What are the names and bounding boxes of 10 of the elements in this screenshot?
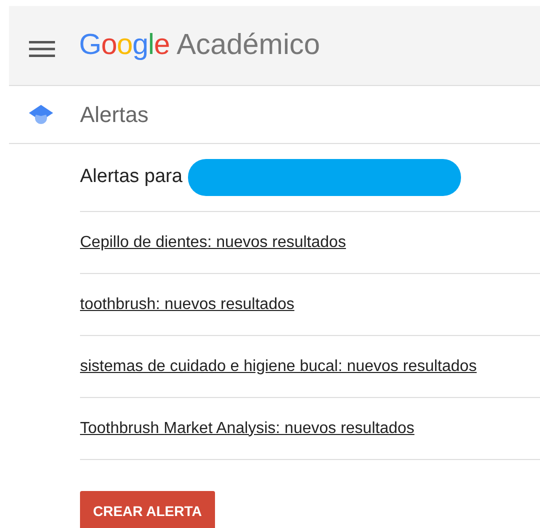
alert-link[interactable]: Toothbrush Market Analysis: nuevos resultados [80, 416, 414, 440]
recipient-label: Alertas para [80, 165, 182, 190]
product-name: Académico [176, 31, 320, 60]
alert-link[interactable]: Cepillo de dientes: nuevos resultados [80, 230, 346, 254]
logo[interactable]: Google [79, 31, 170, 60]
section-title: Alertas [80, 101, 148, 129]
create-alert-button[interactable]: CREAR ALERTA [80, 491, 215, 528]
alert-link[interactable]: toothbrush: nuevos resultados [80, 292, 294, 316]
graduation-cap-icon [29, 104, 53, 124]
alert-link[interactable]: sistemas de cuidado e higiene bucal: nuevos resultados [80, 354, 477, 378]
